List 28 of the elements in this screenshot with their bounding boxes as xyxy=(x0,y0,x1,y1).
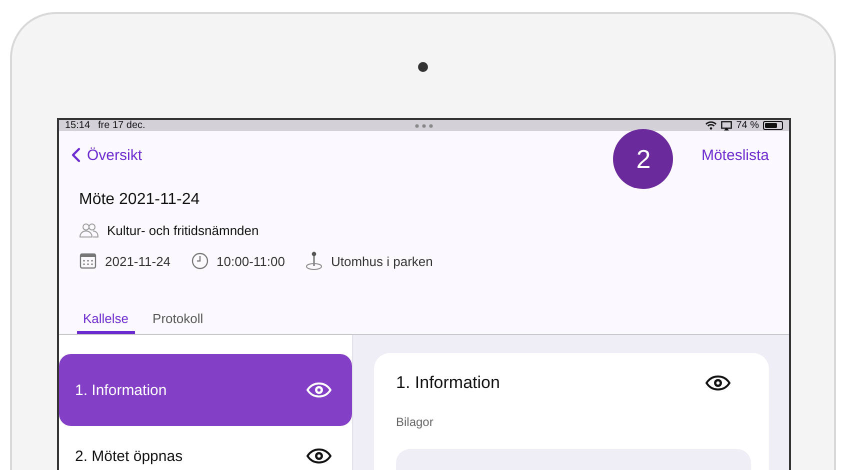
eye-icon xyxy=(306,448,332,464)
chevron-left-icon xyxy=(71,147,81,163)
meeting-list-link[interactable]: Möteslista xyxy=(701,146,769,164)
clock-icon xyxy=(190,252,209,270)
step-number-badge: 2 xyxy=(613,129,674,189)
eye-icon[interactable] xyxy=(705,375,731,391)
attachments-label: Bilagor xyxy=(396,415,434,429)
screen-mirroring-icon xyxy=(721,120,732,130)
meeting-time: 10:00-11:00 xyxy=(216,254,285,268)
status-date: fre 17 dec. xyxy=(98,120,146,131)
location-pin-icon xyxy=(304,251,323,271)
camera-dot xyxy=(418,62,428,72)
meeting-location: Utomhus i parken xyxy=(330,254,433,268)
meeting-title: Möte 2021-11-24 xyxy=(79,191,201,209)
status-time: 15:14 xyxy=(65,120,90,131)
agenda-item[interactable]: 1. Information xyxy=(59,354,352,426)
back-link[interactable]: Översikt xyxy=(71,146,142,164)
tab[interactable]: Protokoll xyxy=(146,311,210,334)
wifi-icon xyxy=(705,121,718,130)
meeting-date: 2021-11-24 xyxy=(105,254,171,268)
calendar-icon xyxy=(79,252,97,270)
people-icon xyxy=(79,222,99,238)
committee-name: Kultur- och fritidsnämnden xyxy=(107,222,259,238)
multitask-dots-icon[interactable] xyxy=(415,124,433,128)
agenda-item[interactable]: 2. Mötet öppnas xyxy=(59,426,352,466)
battery-percentage: 74 % xyxy=(736,120,759,131)
detail-title: 1. Information xyxy=(396,373,500,393)
eye-icon xyxy=(306,382,332,398)
